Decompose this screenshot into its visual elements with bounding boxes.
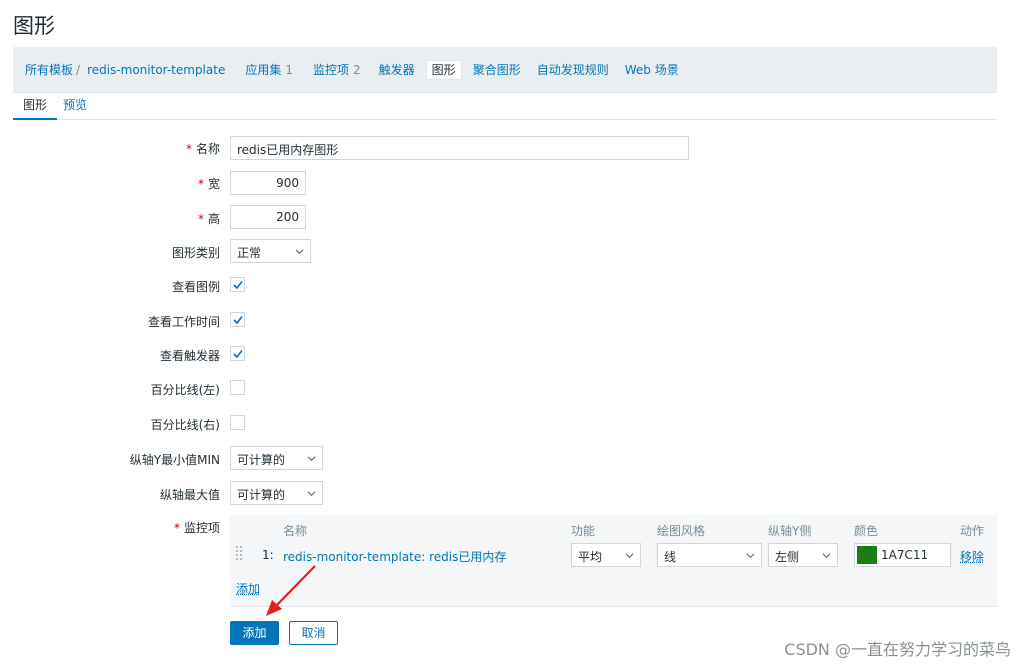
ymax-value: 可计算的 <box>237 488 286 502</box>
col-header-y-axis: 纵轴Y侧 <box>768 524 812 538</box>
ymin-label: 纵轴Y最小值MIN <box>129 453 220 467</box>
graph-type-label: 图形类别 <box>171 246 220 260</box>
nav-web[interactable]: Web 场景 <box>620 60 684 80</box>
ymin-value: 可计算的 <box>237 453 286 467</box>
item-row-index: 1: <box>262 548 274 562</box>
color-swatch[interactable] <box>857 546 877 564</box>
nav-items[interactable]: 监控项 2 <box>308 60 366 80</box>
breadcrumb-all-templates-link[interactable]: 所有模板 <box>25 61 73 78</box>
breadcrumb-all-templates[interactable]: 所有模板 <box>20 60 78 80</box>
breadcrumb-template[interactable]: redis-monitor-template <box>82 60 230 80</box>
page-title: 图形 <box>13 14 55 38</box>
col-header-color: 颜色 <box>854 524 879 538</box>
show-triggers-label: 查看触发器 <box>159 349 220 363</box>
cancel-button[interactable]: 取消 <box>289 621 338 645</box>
name-label: * 名称 <box>20 140 220 157</box>
nav-items-count: 2 <box>353 62 361 77</box>
nav-triggers-link[interactable]: 触发器 <box>379 61 415 78</box>
nav-discovery-link[interactable]: 自动发现规则 <box>537 61 609 78</box>
items-label-text: 监控项 <box>183 521 220 535</box>
nav-graphs-link[interactable]: 图形 <box>432 61 456 78</box>
items-label: * 监控项 <box>20 519 220 536</box>
height-input[interactable]: 200 <box>230 205 306 229</box>
chevron-down-icon <box>625 553 634 559</box>
ymax-label: 纵轴最大值 <box>159 488 220 502</box>
add-button[interactable]: 添加 <box>230 621 279 645</box>
checkmark-icon <box>233 350 243 359</box>
percentile-right-checkbox[interactable] <box>230 415 245 430</box>
nav-applications-count: 1 <box>285 62 293 77</box>
breadcrumb: 所有模板 / redis-monitor-template 应用集 1 监控项 … <box>13 47 997 93</box>
required-mark: * <box>185 142 192 156</box>
required-mark: * <box>197 177 204 191</box>
required-mark: * <box>173 521 180 535</box>
percentile-left-checkbox[interactable] <box>230 380 245 395</box>
item-y-axis-select[interactable]: 左侧 <box>768 543 838 567</box>
ymin-select[interactable]: 可计算的 <box>230 446 323 470</box>
show-legend-label: 查看图例 <box>171 280 220 294</box>
ymax-select[interactable]: 可计算的 <box>230 481 323 505</box>
nav-applications-link[interactable]: 应用集 <box>245 61 281 78</box>
item-y-axis-value: 左侧 <box>775 550 800 564</box>
nav-applications[interactable]: 应用集 1 <box>240 60 298 80</box>
name-label-text: 名称 <box>195 142 220 156</box>
nav-screens-link[interactable]: 聚合图形 <box>473 61 521 78</box>
col-header-name: 名称 <box>283 524 308 538</box>
width-label: * 宽 <box>20 175 220 192</box>
nav-discovery[interactable]: 自动发现规则 <box>532 60 614 80</box>
chevron-down-icon <box>746 553 755 559</box>
nav-web-link[interactable]: Web 场景 <box>625 61 679 78</box>
nav-triggers[interactable]: 触发器 <box>374 60 420 80</box>
show-working-time-checkbox[interactable] <box>230 312 245 327</box>
tab-graph[interactable]: 图形 <box>13 93 58 120</box>
item-color-value: 1A7C11 <box>881 548 929 562</box>
graph-type-select[interactable]: 正常 <box>230 239 311 263</box>
chevron-down-icon <box>307 456 316 462</box>
item-function-select[interactable]: 平均 <box>571 543 641 567</box>
graph-type-value: 正常 <box>237 246 262 260</box>
col-header-draw-style: 绘图风格 <box>657 524 706 538</box>
height-label-text: 高 <box>207 212 220 226</box>
item-remove-link[interactable]: 移除 <box>960 548 984 565</box>
percentile-left-label: 百分比线(左) <box>150 383 220 397</box>
checkmark-icon <box>233 281 243 290</box>
width-label-text: 宽 <box>207 177 220 191</box>
form-tabs: 图形 预览 <box>13 93 997 120</box>
nav-graphs[interactable]: 图形 <box>425 59 462 80</box>
height-label: * 高 <box>20 210 220 227</box>
tab-preview[interactable]: 预览 <box>57 93 97 119</box>
name-input[interactable]: redis已用内存图形 <box>230 136 689 160</box>
nav-screens[interactable]: 聚合图形 <box>468 60 526 80</box>
item-draw-style-value: 线 <box>664 550 677 564</box>
annotation-arrow-icon <box>266 565 316 616</box>
item-draw-style-select[interactable]: 线 <box>657 543 762 567</box>
percentile-right-label: 百分比线(右) <box>150 418 220 432</box>
nav-items-link[interactable]: 监控项 <box>313 61 349 78</box>
add-item-link[interactable]: 添加 <box>236 580 260 597</box>
watermark: CSDN @一直在努力学习的菜鸟 <box>784 640 1011 659</box>
col-header-function: 功能 <box>571 524 596 538</box>
show-triggers-checkbox[interactable] <box>230 346 245 361</box>
col-header-action: 动作 <box>960 524 985 538</box>
breadcrumb-template-link[interactable]: redis-monitor-template <box>87 63 225 77</box>
chevron-down-icon <box>307 491 316 497</box>
chevron-down-icon <box>822 553 831 559</box>
width-input[interactable]: 900 <box>230 171 306 195</box>
item-function-value: 平均 <box>578 550 603 564</box>
checkmark-icon <box>233 316 243 325</box>
required-mark: * <box>197 212 204 226</box>
show-working-time-label: 查看工作时间 <box>147 315 220 329</box>
drag-handle-icon[interactable] <box>236 546 242 562</box>
breadcrumb-separator: / <box>76 62 81 77</box>
chevron-down-icon <box>295 249 304 255</box>
show-legend-checkbox[interactable] <box>230 277 245 292</box>
